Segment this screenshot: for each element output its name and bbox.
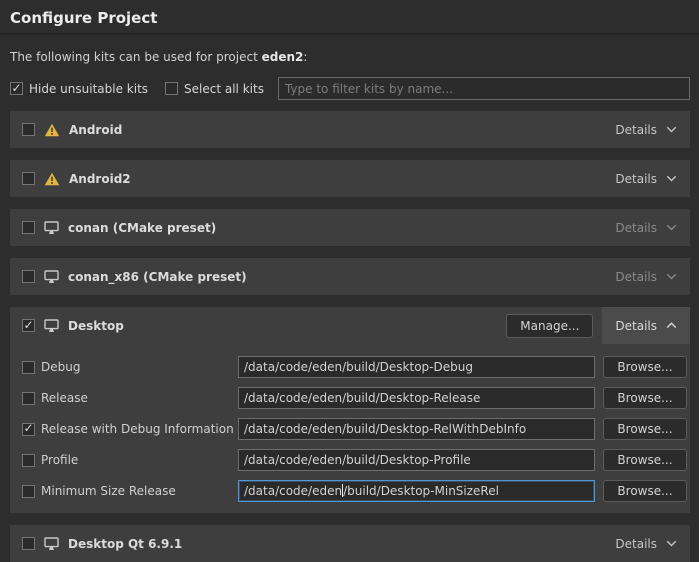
build-dir-input-focused[interactable]: /data/code/eden/build/Desktop-MinSizeRel (238, 480, 595, 502)
select-all-checkbox[interactable] (165, 82, 178, 95)
page-title: Configure Project (10, 9, 689, 27)
config-checkbox[interactable] (22, 454, 35, 467)
kit-filter-toolbar: Hide unsuitable kits Select all kits (10, 77, 690, 100)
kit-checkbox[interactable] (22, 172, 35, 185)
details-toggle[interactable]: Details (602, 160, 690, 197)
browse-button[interactable]: Browse... (603, 356, 687, 378)
kit-row-desktop: Desktop Manage... Details Debug /data/co… (10, 307, 690, 513)
browse-button[interactable]: Browse... (603, 387, 687, 409)
config-label: Minimum Size Release (41, 484, 238, 498)
kit-checkbox[interactable] (22, 221, 35, 234)
browse-button[interactable]: Browse... (603, 418, 687, 440)
build-dir-input[interactable]: /data/code/eden/build/Desktop-Debug (238, 356, 595, 378)
kit-checkbox[interactable] (22, 123, 35, 136)
build-config-row-relwithdebinfo: Release with Debug Information /data/cod… (22, 418, 687, 440)
config-checkbox[interactable] (22, 392, 35, 405)
config-label: Release with Debug Information (41, 422, 238, 436)
manage-button[interactable]: Manage... (506, 314, 593, 338)
chevron-up-icon (666, 322, 677, 329)
chevron-down-icon (666, 126, 677, 133)
kit-name: Desktop Qt 6.9.1 (68, 537, 182, 551)
build-dir-input[interactable]: /data/code/eden/build/Desktop-RelWithDeb… (238, 418, 595, 440)
browse-button[interactable]: Browse... (603, 480, 687, 502)
build-config-row-release: Release /data/code/eden/build/Desktop-Re… (22, 387, 687, 409)
details-label: Details (615, 172, 657, 186)
path-text: /build/Desktop-MinSizeRel (343, 484, 499, 498)
build-config-list: Debug /data/code/eden/build/Desktop-Debu… (10, 344, 690, 513)
hide-unsuitable-label: Hide unsuitable kits (29, 82, 148, 96)
path-text: /data/code/eden (244, 484, 342, 498)
kit-checkbox[interactable] (22, 270, 35, 283)
chevron-down-icon (666, 224, 677, 231)
hide-unsuitable-kits-option[interactable]: Hide unsuitable kits (10, 82, 148, 96)
kit-row-conan-x86: conan_x86 (CMake preset) Details (10, 258, 690, 295)
kit-header: Android2 Details (10, 160, 690, 197)
kit-row-android: Android Details (10, 111, 690, 148)
desktop-icon (44, 270, 59, 284)
kit-name: conan_x86 (CMake preset) (68, 270, 247, 284)
kit-header: conan_x86 (CMake preset) Details (10, 258, 690, 295)
intro-text: The following kits can be used for proje… (10, 50, 689, 64)
intro-suffix: : (303, 50, 307, 64)
details-toggle[interactable]: Details (602, 111, 690, 148)
kit-name: Desktop (68, 319, 124, 333)
kit-row-conan: conan (CMake preset) Details (10, 209, 690, 246)
kit-checkbox[interactable] (22, 319, 35, 332)
kit-row-android2: Android2 Details (10, 160, 690, 197)
desktop-icon (44, 537, 59, 551)
config-checkbox[interactable] (22, 361, 35, 374)
config-label: Debug (41, 360, 238, 374)
kit-name: Android2 (69, 172, 131, 186)
browse-button[interactable]: Browse... (603, 449, 687, 471)
page-header: Configure Project (0, 0, 699, 35)
desktop-icon (44, 319, 59, 333)
chevron-down-icon (666, 273, 677, 280)
project-name: eden2 (262, 50, 304, 64)
config-label: Profile (41, 453, 238, 467)
build-config-row-profile: Profile /data/code/eden/build/Desktop-Pr… (22, 449, 687, 471)
select-all-kits-option[interactable]: Select all kits (165, 82, 264, 96)
kit-header: Desktop Qt 6.9.1 Details (10, 525, 690, 562)
warning-icon (44, 123, 60, 137)
config-checkbox[interactable] (22, 485, 35, 498)
build-config-row-minsizerel: Minimum Size Release /data/code/eden/bui… (22, 480, 687, 502)
details-label: Details (615, 221, 657, 235)
kit-header: conan (CMake preset) Details (10, 209, 690, 246)
kit-name: Android (69, 123, 122, 137)
details-toggle[interactable]: Details (602, 209, 690, 246)
details-label: Details (615, 123, 657, 137)
kit-list: Android Details Android2 Details (10, 111, 690, 562)
details-label: Details (615, 319, 657, 333)
chevron-down-icon (666, 175, 677, 182)
intro-prefix: The following kits can be used for proje… (10, 50, 262, 64)
warning-icon (44, 172, 60, 186)
kit-header: Android Details (10, 111, 690, 148)
details-toggle[interactable]: Details (602, 258, 690, 295)
config-checkbox[interactable] (22, 423, 35, 436)
kit-header: Desktop Manage... Details (10, 307, 690, 344)
build-config-row-debug: Debug /data/code/eden/build/Desktop-Debu… (22, 356, 687, 378)
details-toggle[interactable]: Details (602, 525, 690, 562)
details-label: Details (615, 537, 657, 551)
desktop-icon (44, 221, 59, 235)
build-dir-input[interactable]: /data/code/eden/build/Desktop-Profile (238, 449, 595, 471)
kit-row-desktop-qt: Desktop Qt 6.9.1 Details (10, 525, 690, 562)
kit-checkbox[interactable] (22, 537, 35, 550)
details-toggle[interactable]: Details (602, 307, 690, 344)
config-label: Release (41, 391, 238, 405)
chevron-down-icon (666, 540, 677, 547)
hide-unsuitable-checkbox[interactable] (10, 82, 23, 95)
kit-filter-input[interactable] (278, 77, 690, 100)
kit-name: conan (CMake preset) (68, 221, 216, 235)
build-dir-input[interactable]: /data/code/eden/build/Desktop-Release (238, 387, 595, 409)
details-label: Details (615, 270, 657, 284)
select-all-label: Select all kits (184, 82, 264, 96)
